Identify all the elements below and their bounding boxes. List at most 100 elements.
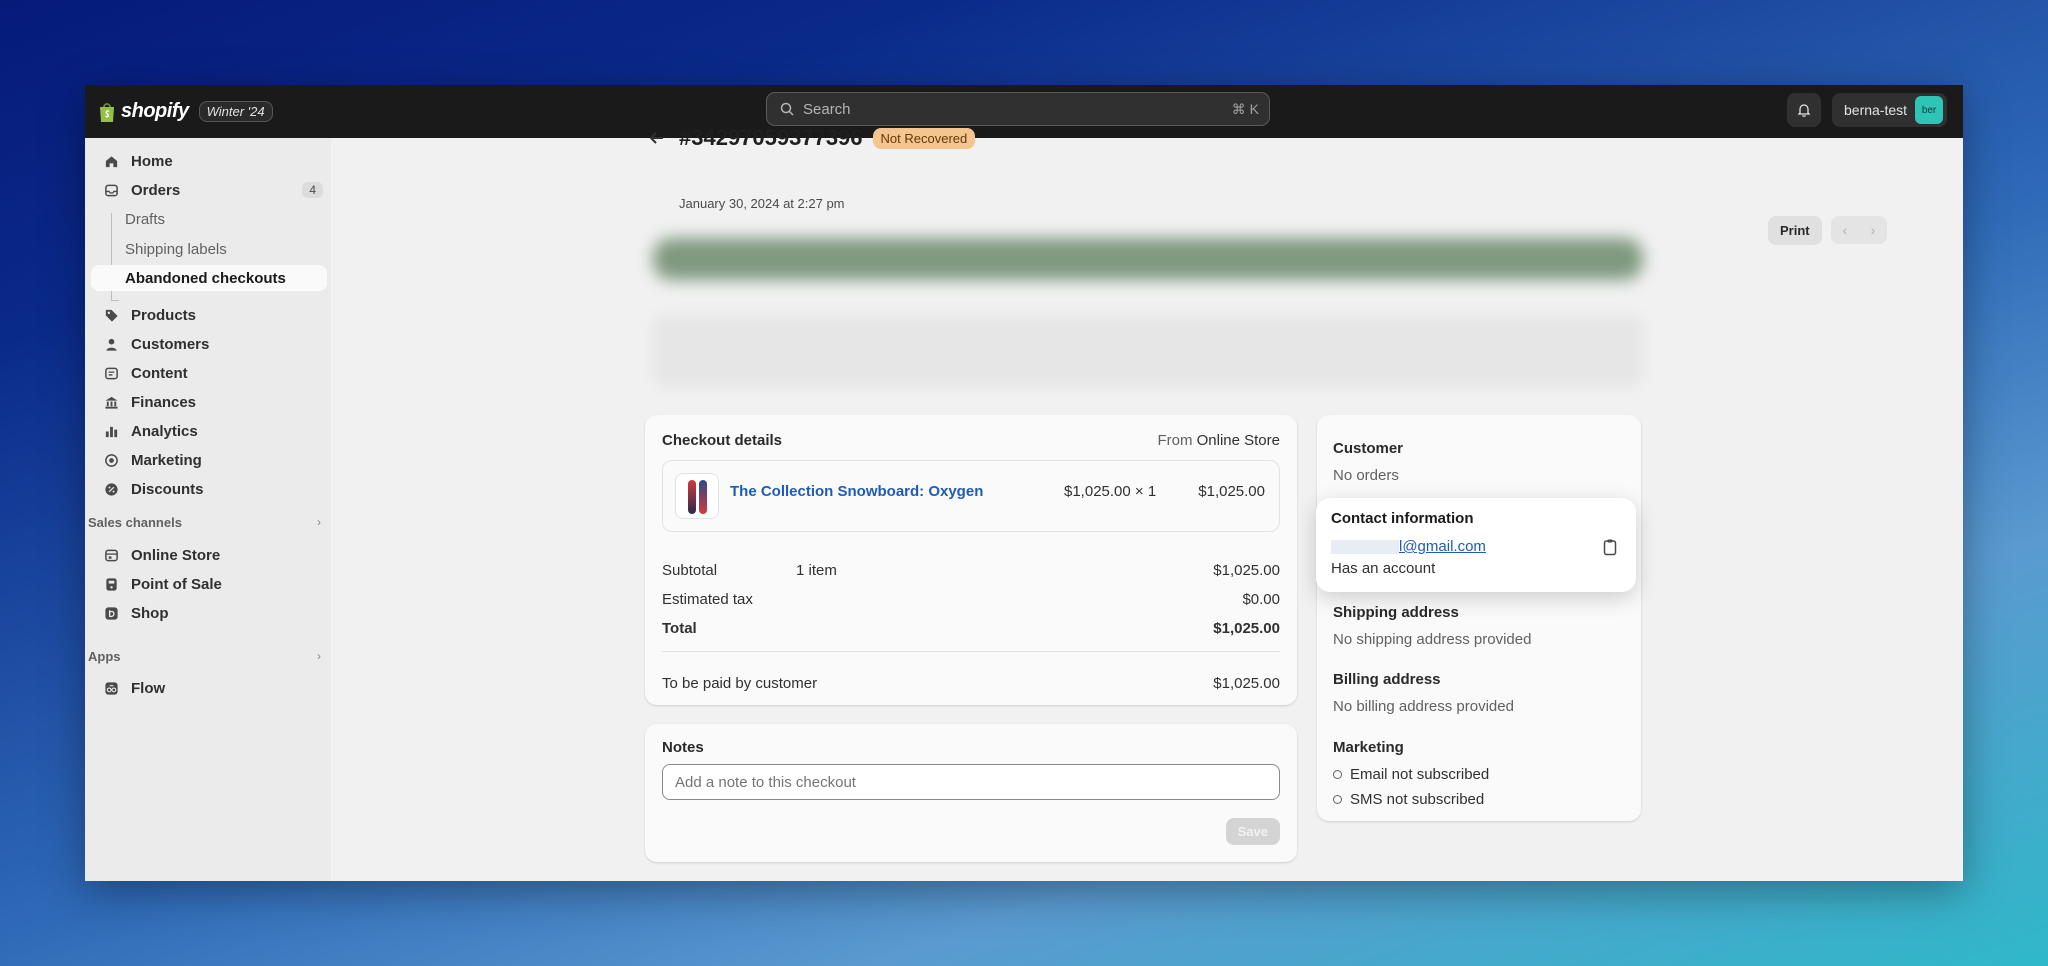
print-button[interactable]: Print — [1768, 216, 1822, 245]
sidebar-item-abandoned-checkouts[interactable]: Abandoned checkouts — [91, 265, 327, 291]
back-arrow-icon[interactable] — [647, 128, 667, 148]
checkout-details-title: Checkout details — [662, 432, 783, 449]
divider — [662, 651, 1280, 652]
avatar: ber — [1915, 96, 1944, 124]
sms-subscription: SMS not subscribed — [1333, 791, 1489, 808]
bank-icon — [103, 394, 119, 410]
checkout-source: From Online Store — [1157, 432, 1280, 449]
shopify-wordmark: shopify — [121, 100, 189, 122]
chevron-right-icon: › — [317, 515, 321, 529]
contact-information-highlight: Contact information l@gmail.com Has an a… — [1316, 498, 1636, 592]
notes-title: Notes — [662, 739, 704, 756]
tax-label: Estimated tax — [662, 591, 753, 608]
status-dot-icon — [1333, 795, 1342, 804]
shopify-bag-icon — [97, 100, 117, 124]
marketing-section: Marketing Email not subscribed SMS not s… — [1333, 739, 1489, 808]
edition-badge[interactable]: Winter '24 — [198, 101, 273, 122]
sidebar-item-point-of-sale[interactable]: Point of Sale — [91, 571, 327, 597]
sidebar-item-customers[interactable]: Customers — [91, 331, 327, 357]
shipping-value: No shipping address provided — [1333, 631, 1532, 648]
sidebar-item-label: Drafts — [125, 210, 166, 228]
product-thumbnail[interactable] — [675, 473, 719, 519]
sidebar-item-label: Flow — [131, 679, 166, 697]
sidebar-item-label: Finances — [131, 393, 197, 411]
search-placeholder: Search — [803, 100, 851, 118]
sidebar-item-label: Products — [131, 306, 197, 324]
unit-price-quantity: $1,025.00 × 1 — [1064, 483, 1157, 500]
chevron-left-icon[interactable]: ‹ — [1843, 222, 1848, 238]
sidebar-item-shop[interactable]: Shop — [91, 600, 327, 626]
email-subscription: Email not subscribed — [1333, 766, 1489, 783]
pos-icon — [103, 576, 119, 592]
total-value: $1,025.00 — [1213, 620, 1280, 637]
product-link[interactable]: The Collection Snowboard: Oxygen — [730, 483, 983, 500]
sales-channels-title: Sales channels — [88, 515, 182, 530]
sidebar-item-home[interactable]: Home — [91, 148, 327, 174]
sidebar-item-discounts[interactable]: Discounts — [91, 476, 327, 502]
pagination: ‹ › — [1831, 216, 1887, 244]
store-menu-button[interactable]: berna-test ber — [1832, 93, 1948, 127]
store-icon — [103, 547, 119, 563]
sidebar-item-label: Home — [131, 152, 173, 170]
line-total: $1,025.00 — [1198, 483, 1265, 500]
email-suffix: l@gmail.com — [1399, 538, 1486, 555]
notes-input[interactable] — [662, 764, 1280, 800]
sidebar-item-orders[interactable]: Orders 4 — [91, 177, 327, 203]
customer-email-link[interactable]: l@gmail.com — [1331, 538, 1486, 555]
target-icon — [103, 452, 119, 468]
sidebar-item-products[interactable]: Products — [91, 302, 327, 328]
tax-value: $0.00 — [1242, 591, 1280, 608]
blurred-card — [653, 315, 1643, 387]
snowboard-image — [699, 480, 707, 514]
apps-title: Apps — [88, 649, 121, 664]
search-icon — [780, 102, 794, 116]
sales-channels-header[interactable]: Sales channels › — [85, 515, 331, 535]
chevron-right-icon: › — [317, 649, 321, 663]
sidebar-item-analytics[interactable]: Analytics — [91, 418, 327, 444]
sidebar-item-online-store[interactable]: Online Store — [91, 542, 327, 568]
apps-header[interactable]: Apps › — [85, 649, 331, 669]
sidebar-item-label: Analytics — [131, 422, 198, 440]
sidebar-item-label: Point of Sale — [131, 575, 222, 593]
sidebar-item-flow[interactable]: Flow — [91, 675, 327, 701]
sidebar: Home Orders 4 Drafts Shipping labels Aba… — [85, 138, 331, 881]
blurred-banner — [653, 238, 1643, 280]
account-status: Has an account — [1331, 560, 1436, 577]
sidebar-item-label: Marketing — [131, 451, 202, 469]
customer-title: Customer — [1333, 440, 1404, 457]
shipping-title: Shipping address — [1333, 604, 1459, 621]
sidebar-item-finances[interactable]: Finances — [91, 389, 327, 415]
sidebar-item-content[interactable]: Content — [91, 360, 327, 386]
sidebar-item-shipping-labels[interactable]: Shipping labels — [91, 236, 327, 262]
sidebar-item-marketing[interactable]: Marketing — [91, 447, 327, 473]
bar-chart-icon — [103, 423, 119, 439]
sms-subscription-label: SMS not subscribed — [1350, 791, 1485, 808]
subtotal-row: Subtotal 1 item $1,025.00 — [662, 562, 1280, 579]
marketing-title: Marketing — [1333, 739, 1404, 756]
tax-row: Estimated tax $0.00 — [662, 591, 1280, 608]
customer-card: Customer No orders Shipping address No s… — [1317, 415, 1641, 821]
inbox-icon — [103, 182, 119, 198]
tag-icon — [103, 307, 119, 323]
shop-icon — [103, 605, 119, 621]
subtotal-label: Subtotal — [662, 562, 718, 579]
discount-icon — [103, 481, 119, 497]
contact-information-title: Contact information — [1331, 510, 1474, 527]
flow-icon — [103, 680, 119, 696]
notifications-button[interactable] — [1787, 93, 1821, 127]
chevron-right-icon[interactable]: › — [1871, 222, 1876, 238]
bell-icon — [1797, 104, 1811, 117]
content-icon — [103, 365, 119, 381]
sidebar-item-label: Orders — [131, 181, 181, 199]
to-pay-value: $1,025.00 — [1213, 675, 1280, 692]
orders-count-badge: 4 — [302, 182, 323, 198]
save-button[interactable]: Save — [1225, 818, 1280, 845]
search-bar[interactable]: Search ⌘ K — [766, 92, 1270, 126]
from-source: Online Store — [1196, 432, 1280, 449]
from-prefix: From — [1157, 432, 1193, 449]
clipboard-icon[interactable] — [1602, 538, 1618, 556]
admin-window: shopify Winter '24 Search ⌘ K berna-test… — [85, 85, 1963, 881]
shopify-logo[interactable]: shopify Winter '24 — [97, 100, 273, 124]
sidebar-item-drafts[interactable]: Drafts — [91, 206, 327, 232]
shipping-section: Shipping address No shipping address pro… — [1333, 604, 1531, 648]
